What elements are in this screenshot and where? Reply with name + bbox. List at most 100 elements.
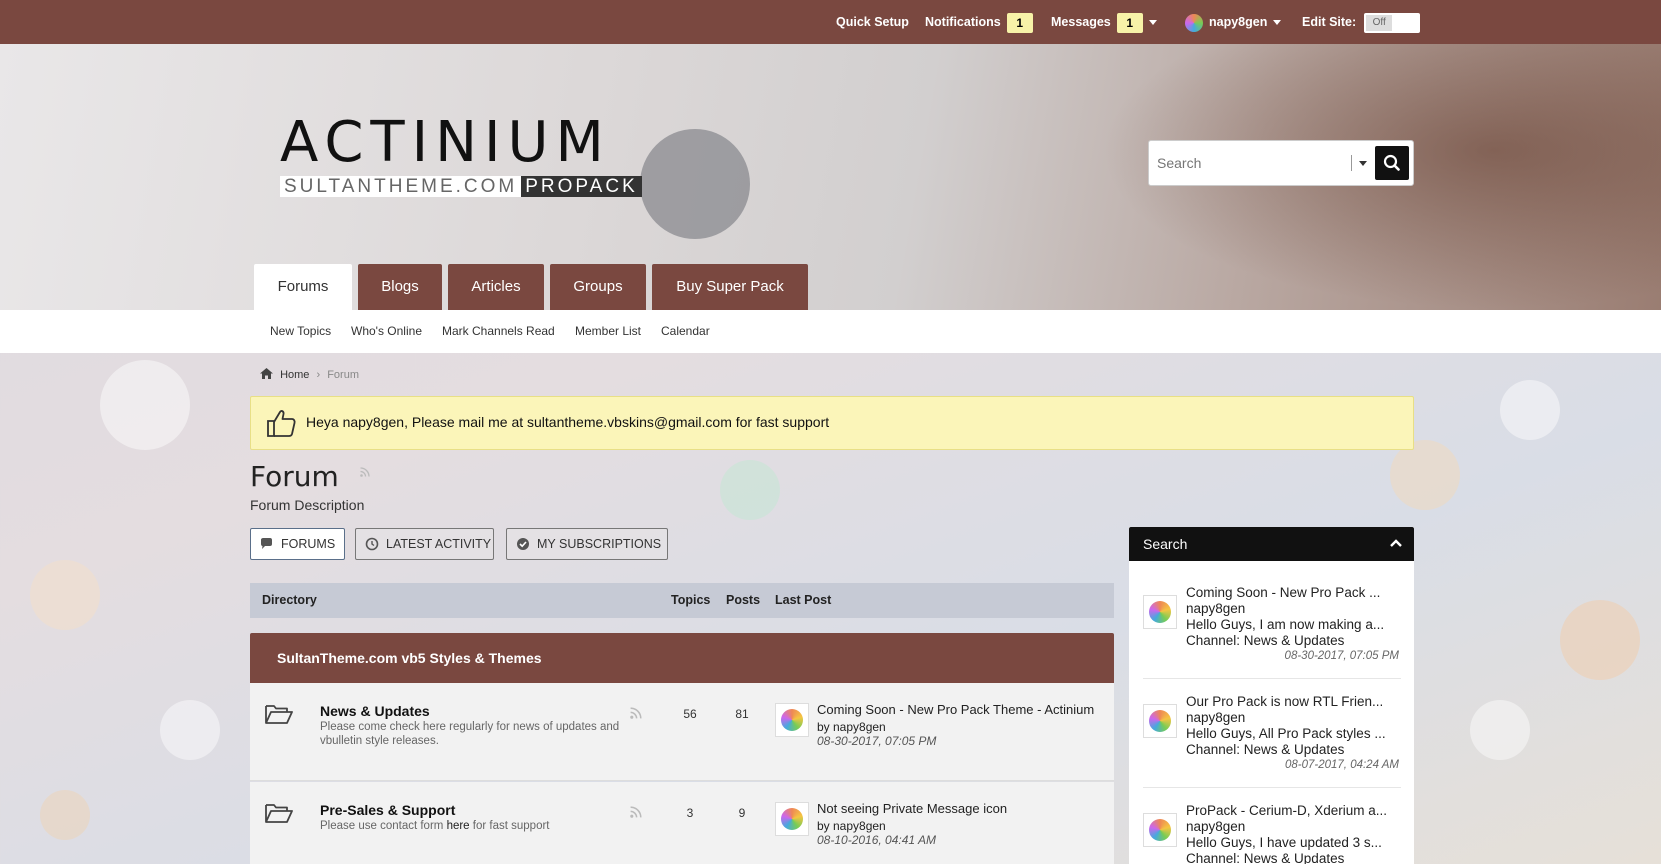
subnav-calendar[interactable]: Calendar: [661, 310, 710, 353]
column-header-last-post: Last Post: [775, 593, 832, 607]
logo-sub-a: SULTANTHEME.COM: [280, 176, 522, 197]
tab-groups[interactable]: Groups: [550, 264, 646, 310]
chevron-up-icon[interactable]: [1390, 539, 1402, 547]
user-menu[interactable]: napy8gen: [1185, 0, 1282, 44]
tab-my-subscriptions-label: MY SUBSCRIPTIONS: [537, 537, 662, 551]
forum-row: News & Updates Please come check here re…: [250, 683, 1114, 781]
avatar[interactable]: [775, 703, 809, 737]
result-title-link[interactable]: ProPack - Cerium-D, Xderium a...: [1186, 803, 1398, 818]
avatar[interactable]: [1143, 813, 1177, 847]
edit-site: Edit Site: Off: [1302, 0, 1421, 44]
header-banner: ACTINIUM SULTANTHEME.COM PROPACK: [0, 44, 1661, 310]
page-title: Forum: [250, 460, 339, 493]
page-description: Forum Description: [250, 497, 365, 513]
posts-count: 9: [738, 806, 746, 820]
result-excerpt: Hello Guys, All Pro Pack styles ...: [1186, 726, 1386, 741]
last-post-date: 08-30-2017, 07:05 PM: [817, 734, 937, 748]
subnav-mark-channels-read[interactable]: Mark Channels Read: [442, 310, 555, 353]
column-header-posts: Posts: [726, 593, 761, 607]
posts-count: 81: [735, 707, 749, 721]
forum-description-text: for fast support: [469, 820, 550, 832]
header-search-box: [1148, 140, 1414, 186]
messages-badge: 1: [1116, 12, 1143, 33]
avatar[interactable]: [1143, 595, 1177, 629]
subnav-member-list[interactable]: Member List: [575, 310, 641, 353]
tab-my-subscriptions[interactable]: MY SUBSCRIPTIONS: [506, 528, 668, 560]
forum-title-link[interactable]: News & Updates: [320, 703, 430, 719]
chevron-down-icon: [1148, 20, 1157, 26]
last-post-title-link[interactable]: Coming Soon - New Pro Pack Theme - Actin…: [817, 702, 1094, 717]
forum-title-link[interactable]: Pre-Sales & Support: [320, 802, 455, 818]
list-item: Our Pro Pack is now RTL Frien... napy8ge…: [1143, 684, 1401, 788]
tab-buy-super-pack[interactable]: Buy Super Pack: [652, 264, 808, 310]
edit-site-toggle[interactable]: Off: [1364, 12, 1421, 33]
rss-icon[interactable]: [360, 467, 370, 477]
logo-main-text: ACTINIUM: [280, 110, 611, 175]
forum-description: Please use contact form here for fast su…: [320, 819, 620, 833]
tab-latest-activity-label: LATEST ACTIVITY: [386, 537, 492, 551]
result-channel: Channel: News & Updates: [1186, 851, 1345, 864]
toggle-state: Off: [1366, 14, 1393, 31]
result-date: 08-07-2017, 04:24 AM: [1284, 759, 1399, 771]
tab-blogs[interactable]: Blogs: [358, 264, 442, 310]
quick-setup-link[interactable]: Quick Setup: [836, 0, 909, 44]
notifications-menu[interactable]: Notifications 1: [925, 0, 1033, 44]
thumbs-up-icon: [267, 410, 296, 437]
avatar[interactable]: [1143, 704, 1177, 738]
breadcrumb-home[interactable]: Home: [280, 369, 309, 381]
result-excerpt: Hello Guys, I have updated 3 s...: [1186, 835, 1382, 850]
result-author[interactable]: napy8gen: [1186, 710, 1398, 725]
tab-latest-activity[interactable]: LATEST ACTIVITY: [355, 528, 494, 560]
contact-form-link[interactable]: here: [447, 820, 470, 832]
search-input[interactable]: [1157, 153, 1337, 173]
last-post-date: 08-10-2016, 04:41 AM: [817, 833, 936, 847]
column-header-topics: Topics: [671, 593, 711, 607]
folder-open-icon: [265, 804, 293, 823]
breadcrumb-current: Forum: [327, 369, 359, 381]
search-options-dropdown-icon[interactable]: [1359, 161, 1367, 166]
tab-forums[interactable]: Forums: [254, 264, 352, 310]
search-button[interactable]: [1375, 146, 1409, 180]
sub-nav: New Topics Who's Online Mark Channels Re…: [0, 310, 1661, 353]
notifications-label: Notifications: [925, 15, 1001, 29]
tab-forums-view[interactable]: FORUMS: [250, 528, 345, 560]
rss-icon[interactable]: [630, 806, 642, 818]
sidebar-header[interactable]: Search: [1129, 527, 1414, 561]
topics-count: 3: [686, 806, 694, 820]
messages-menu[interactable]: Messages 1: [1051, 0, 1157, 44]
topics-count: 56: [683, 707, 697, 721]
result-channel: Channel: News & Updates: [1186, 633, 1345, 648]
last-post-author[interactable]: by napy8gen: [817, 819, 886, 833]
logo-sub-text: SULTANTHEME.COM PROPACK: [280, 176, 642, 198]
forum-description-text: Please use contact form: [320, 820, 447, 832]
result-title-link[interactable]: Coming Soon - New Pro Pack ...: [1186, 585, 1398, 600]
search-icon: [1383, 154, 1400, 171]
banner-background-art: [110, 44, 155, 137]
result-author[interactable]: napy8gen: [1186, 819, 1398, 834]
messages-label: Messages: [1051, 15, 1111, 29]
tab-articles[interactable]: Articles: [448, 264, 544, 310]
last-post-author[interactable]: by napy8gen: [817, 720, 886, 734]
banner-decoration: [640, 129, 750, 239]
notifications-badge: 1: [1006, 12, 1033, 33]
home-icon: [260, 368, 273, 379]
subnav-whos-online[interactable]: Who's Online: [351, 310, 422, 353]
notice-bar: Heya napy8gen, Please mail me at sultant…: [250, 396, 1414, 450]
check-circle-icon: [517, 538, 529, 550]
category-header[interactable]: SultanTheme.com vb5 Styles & Themes: [250, 633, 1114, 683]
result-excerpt: Hello Guys, I am now making a...: [1186, 617, 1385, 632]
chevron-right-icon: ›: [316, 369, 321, 381]
list-item: ProPack - Cerium-D, Xderium a... napy8ge…: [1143, 793, 1401, 864]
result-author[interactable]: napy8gen: [1186, 601, 1398, 616]
avatar[interactable]: [775, 802, 809, 836]
rss-icon[interactable]: [630, 707, 642, 719]
sidebar-search-widget: Search Coming Soon - New Pro Pack ... na…: [1129, 527, 1414, 864]
last-post-title-link[interactable]: Not seeing Private Message icon: [817, 801, 1007, 816]
notice-text: Heya napy8gen, Please mail me at sultant…: [306, 414, 830, 430]
site-logo[interactable]: ACTINIUM SULTANTHEME.COM PROPACK: [280, 114, 642, 198]
subnav-new-topics[interactable]: New Topics: [270, 310, 331, 353]
result-channel: Channel: News & Updates: [1186, 742, 1345, 757]
top-bar: Quick Setup Notifications 1 Messages 1 nap…: [0, 0, 1661, 44]
result-title-link[interactable]: Our Pro Pack is now RTL Frien...: [1186, 694, 1398, 709]
forum-description: Please come check here regularly for new…: [320, 721, 620, 747]
